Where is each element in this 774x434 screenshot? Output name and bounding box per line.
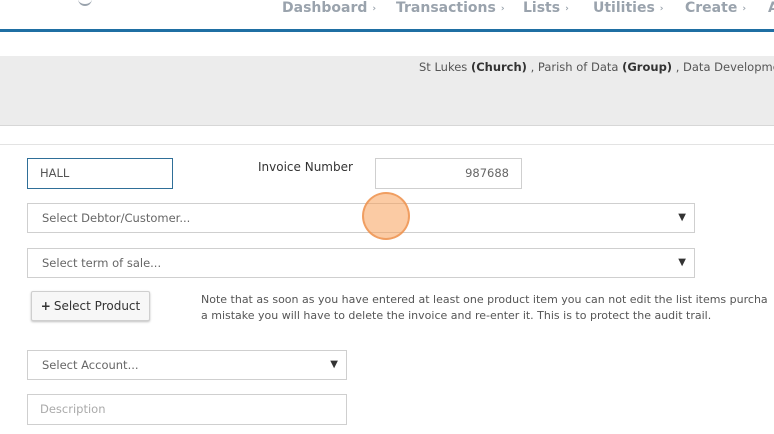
invoice-number-label: Invoice Number (258, 160, 353, 174)
nav-more-label: A (768, 0, 774, 16)
logo-icon (78, 0, 92, 6)
nav-utilities-label: Utilities (593, 0, 655, 16)
nav-dashboard[interactable]: Dashboard › (282, 0, 376, 16)
navbar-divider (0, 29, 774, 32)
invoice-number-input[interactable]: 987688 (375, 158, 522, 189)
account-select[interactable]: Select Account... ▼ (27, 350, 347, 380)
chevron-right-icon: › (565, 4, 569, 14)
group-name: Parish of Data (537, 60, 619, 74)
church-name: St Lukes (419, 60, 468, 74)
nav-utilities[interactable]: Utilities › (593, 0, 664, 16)
nav-create[interactable]: Create › (685, 0, 746, 16)
audit-trail-note: Note that as soon as you have entered at… (201, 292, 774, 324)
note-line: Note that as soon as you have entered at… (201, 293, 768, 306)
chevron-right-icon: › (372, 4, 377, 14)
organisation-breadcrumb: St Lukes (Church) , Parish of Data (Grou… (419, 60, 774, 74)
chevron-right-icon: › (500, 4, 505, 14)
church-type: (Church) (470, 60, 527, 74)
chevron-right-icon: › (659, 4, 664, 14)
reference-input[interactable]: HALL (27, 158, 173, 189)
section-divider (0, 144, 774, 145)
term-of-sale-select[interactable]: Select term of sale... ▼ (27, 248, 695, 278)
select-product-label: Select Product (53, 299, 141, 313)
chevron-right-icon: › (742, 4, 747, 14)
organisation-bar: St Lukes (Church) , Parish of Data (Grou… (0, 56, 774, 126)
nav-transactions[interactable]: Transactions › (396, 0, 505, 16)
account-select-text: Select Account... (42, 358, 139, 372)
nav-more[interactable]: A (768, 0, 774, 16)
chevron-down-icon: ▼ (678, 212, 686, 223)
separator: , (526, 60, 538, 74)
nav-create-label: Create (685, 0, 738, 16)
organisation-name: Data Developments (683, 60, 774, 74)
nav-lists[interactable]: Lists › (523, 0, 569, 16)
nav-lists-label: Lists (523, 0, 561, 16)
term-select-text: Select term of sale... (42, 256, 162, 270)
nav-transactions-label: Transactions (396, 0, 496, 16)
chevron-down-icon: ▼ (678, 257, 686, 268)
debtor-select-text: Select Debtor/Customer... (42, 211, 191, 225)
debtor-customer-select[interactable]: Select Debtor/Customer... ▼ (27, 203, 695, 233)
note-line: a mistake you will have to delete the in… (201, 309, 712, 322)
plus-icon: + (40, 299, 51, 313)
group-type: (Group) (622, 60, 673, 74)
top-navigation: Dashboard › Transactions › Lists › Utilitie… (0, 0, 774, 29)
chevron-down-icon: ▼ (330, 359, 338, 370)
nav-dashboard-label: Dashboard (282, 0, 368, 16)
description-input[interactable]: Description (27, 394, 347, 425)
separator: , (672, 60, 684, 74)
cursor-highlight (362, 192, 410, 240)
select-product-button[interactable]: + Select Product (31, 291, 150, 321)
